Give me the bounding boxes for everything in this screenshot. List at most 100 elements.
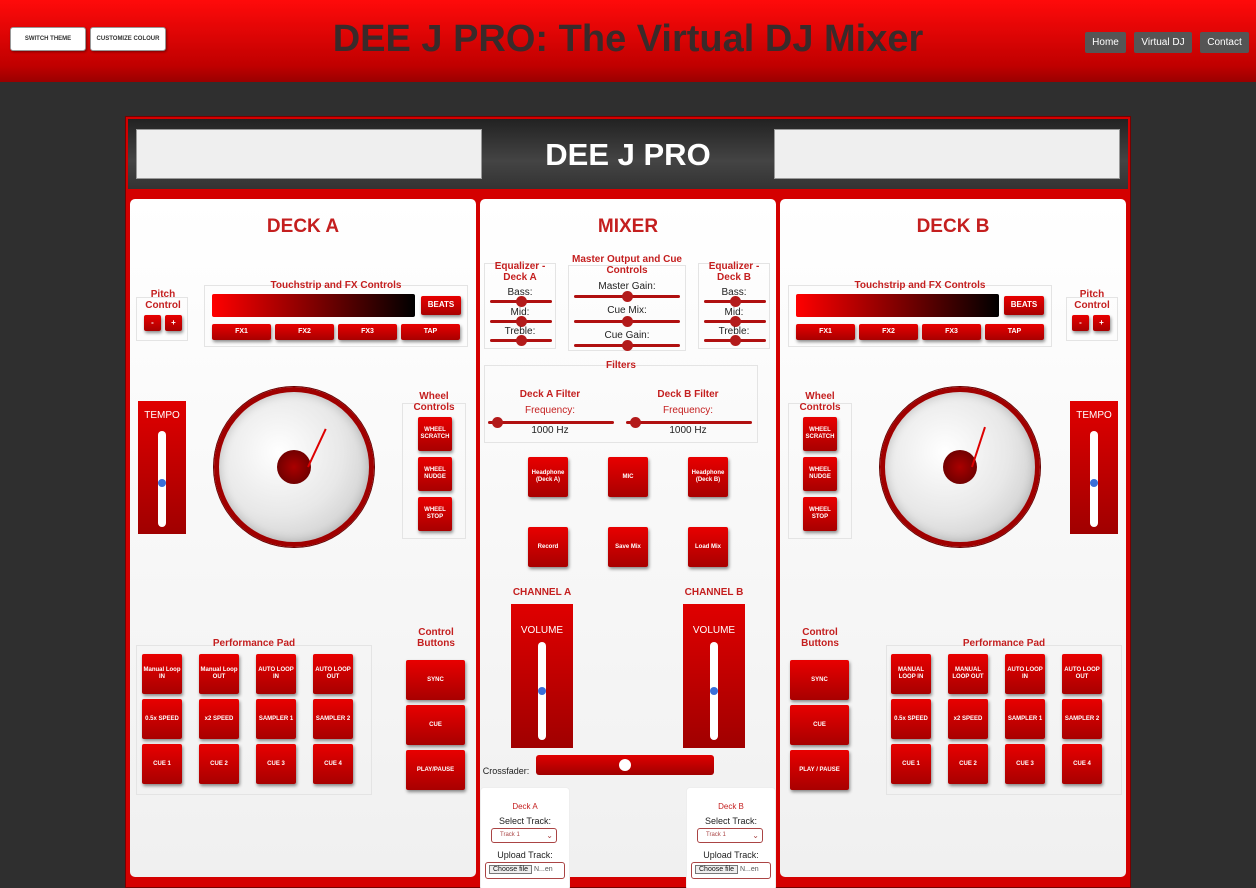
deck-b-fx1-button[interactable]: FX1	[796, 324, 855, 340]
deck-a-touchstrip[interactable]	[212, 294, 415, 317]
deck-b-filter-slider[interactable]	[626, 417, 752, 428]
deck-a-beats-button[interactable]: BEATS	[421, 296, 461, 315]
eq-b-bass-knob[interactable]	[730, 296, 741, 307]
cue-mix-knob[interactable]	[622, 316, 633, 327]
deck-b-fx3-button[interactable]: FX3	[922, 324, 981, 340]
deck-a-track-select[interactable]: Track 1 ⌄	[491, 828, 557, 843]
deck-b-beats-button[interactable]: BEATS	[1004, 296, 1044, 315]
deck-a-choose-file[interactable]: Choose file	[489, 865, 533, 874]
cue-gain-slider[interactable]	[574, 340, 680, 351]
deck-a-pad[interactable]: Manual Loop OUT	[199, 654, 239, 694]
cue-mix-slider[interactable]	[574, 316, 680, 327]
deck-a-pad[interactable]: CUE 1	[142, 744, 182, 784]
mic-button[interactable]: MIC	[608, 457, 648, 497]
crossfader-slider[interactable]	[536, 755, 714, 775]
deck-b-jog-wheel[interactable]	[880, 387, 1040, 547]
deck-a-play-pause-button[interactable]: PLAY/PAUSE	[406, 750, 465, 790]
deck-b-track-select[interactable]: Track 1 ⌄	[697, 828, 763, 843]
eq-a-mid-slider[interactable]	[490, 316, 552, 327]
deck-a-fx1-button[interactable]: FX1	[212, 324, 271, 340]
deck-a-pad[interactable]: CUE 3	[256, 744, 296, 784]
deck-a-tempo-knob[interactable]	[158, 479, 166, 487]
deck-b-wheel-nudge[interactable]: WHEEL NUDGE	[803, 457, 837, 491]
master-gain-slider[interactable]	[574, 291, 680, 302]
deck-a-wheel-stop[interactable]: WHEEL STOP	[418, 497, 452, 531]
deck-b-wheel-scratch[interactable]: WHEEL SCRATCH	[803, 417, 837, 451]
deck-b-pitch-minus[interactable]: -	[1072, 315, 1089, 331]
deck-a-pad[interactable]: AUTO LOOP IN	[256, 654, 296, 694]
eq-b-treble-slider[interactable]	[704, 335, 766, 346]
deck-a-pad[interactable]: 0.5x SPEED	[142, 699, 182, 739]
deck-b-pitch-plus[interactable]: +	[1093, 315, 1110, 331]
deck-b-file-input[interactable]: Choose file N...en	[691, 862, 771, 879]
deck-b-wheel-stop[interactable]: WHEEL STOP	[803, 497, 837, 531]
deck-a-pad[interactable]: Manual Loop IN	[142, 654, 182, 694]
record-button[interactable]: Record	[528, 527, 568, 567]
headphone-deck-b-button[interactable]: Headphone (Deck B)	[688, 457, 728, 497]
deck-a-pad[interactable]: SAMPLER 2	[313, 699, 353, 739]
deck-a-pitch-minus[interactable]: -	[144, 315, 161, 331]
deck-b-pad[interactable]: 0.5x SPEED	[891, 699, 931, 739]
deck-a-sync-button[interactable]: SYNC	[406, 660, 465, 700]
deck-b-tap-button[interactable]: TAP	[985, 324, 1044, 340]
deck-a-jog-wheel[interactable]	[214, 387, 374, 547]
deck-a-pitch-plus[interactable]: +	[165, 315, 182, 331]
deck-a-tempo-slider[interactable]	[158, 431, 166, 527]
deck-a-wheel-scratch[interactable]: WHEEL SCRATCH	[418, 417, 452, 451]
channel-b-volume-knob[interactable]	[710, 687, 718, 695]
deck-a-fx3-button[interactable]: FX3	[338, 324, 397, 340]
deck-b-pad[interactable]: CUE 4	[1062, 744, 1102, 784]
deck-a-tap-button[interactable]: TAP	[401, 324, 460, 340]
deck-b-fx2-button[interactable]: FX2	[859, 324, 918, 340]
deck-a-pad[interactable]: CUE 4	[313, 744, 353, 784]
deck-b-tempo-slider[interactable]	[1090, 431, 1098, 527]
deck-b-pad[interactable]: SAMPLER 1	[1005, 699, 1045, 739]
deck-b-pad[interactable]: CUE 3	[1005, 744, 1045, 784]
deck-a-pad[interactable]: AUTO LOOP OUT	[313, 654, 353, 694]
deck-a-pad[interactable]: CUE 2	[199, 744, 239, 784]
deck-a-pad[interactable]: x2 SPEED	[199, 699, 239, 739]
deck-b-cue-button[interactable]: CUE	[790, 705, 849, 745]
deck-a-fx2-button[interactable]: FX2	[275, 324, 334, 340]
eq-a-bass-knob[interactable]	[516, 296, 527, 307]
deck-b-pad[interactable]: MANUAL LOOP OUT	[948, 654, 988, 694]
deck-b-pad[interactable]: AUTO LOOP OUT	[1062, 654, 1102, 694]
deck-a-wheel-nudge[interactable]: WHEEL NUDGE	[418, 457, 452, 491]
deck-a-title: DECK A	[266, 216, 340, 237]
deck-b-sync-button[interactable]: SYNC	[790, 660, 849, 700]
nav-home[interactable]: Home	[1085, 32, 1126, 53]
deck-b-pad[interactable]: AUTO LOOP IN	[1005, 654, 1045, 694]
eq-b-mid-slider[interactable]	[704, 316, 766, 327]
deck-b-pad[interactable]: SAMPLER 2	[1062, 699, 1102, 739]
nav-contact[interactable]: Contact	[1200, 32, 1249, 53]
deck-a-pad[interactable]: SAMPLER 1	[256, 699, 296, 739]
eq-b-bass-slider[interactable]	[704, 296, 766, 307]
load-mix-button[interactable]: Load Mix	[688, 527, 728, 567]
master-gain-knob[interactable]	[622, 291, 633, 302]
nav-virtual-dj[interactable]: Virtual DJ	[1134, 32, 1192, 53]
deck-a-file-input[interactable]: Choose file N...en	[485, 862, 565, 879]
deck-a-filter-slider[interactable]	[488, 417, 614, 428]
eq-a-bass-slider[interactable]	[490, 296, 552, 307]
deck-b-pad[interactable]: CUE 1	[891, 744, 931, 784]
deck-b-pad[interactable]: x2 SPEED	[948, 699, 988, 739]
deck-b-pad[interactable]: MANUAL LOOP IN	[891, 654, 931, 694]
eq-a-treble-slider[interactable]	[490, 335, 552, 346]
deck-b-pad[interactable]: CUE 2	[948, 744, 988, 784]
deck-b-choose-file[interactable]: Choose file	[695, 865, 739, 874]
deck-a-cue-button[interactable]: CUE	[406, 705, 465, 745]
filters-label: Filters	[605, 360, 636, 371]
cue-gain-knob[interactable]	[622, 340, 633, 351]
deck-b-touchstrip[interactable]	[796, 294, 999, 317]
eq-b-treble-knob[interactable]	[730, 335, 741, 346]
crossfader-knob[interactable]	[619, 759, 631, 771]
eq-a-treble-knob[interactable]	[516, 335, 527, 346]
deck-b-tempo-knob[interactable]	[1090, 479, 1098, 487]
channel-b-volume-slider[interactable]	[710, 642, 718, 740]
channel-a-volume-knob[interactable]	[538, 687, 546, 695]
channel-a-volume-slider[interactable]	[538, 642, 546, 740]
channel-a-volume: VOLUME	[511, 604, 573, 748]
headphone-deck-a-button[interactable]: Headphone (Deck A)	[528, 457, 568, 497]
save-mix-button[interactable]: Save Mix	[608, 527, 648, 567]
deck-b-play-pause-button[interactable]: PLAY / PAUSE	[790, 750, 849, 790]
